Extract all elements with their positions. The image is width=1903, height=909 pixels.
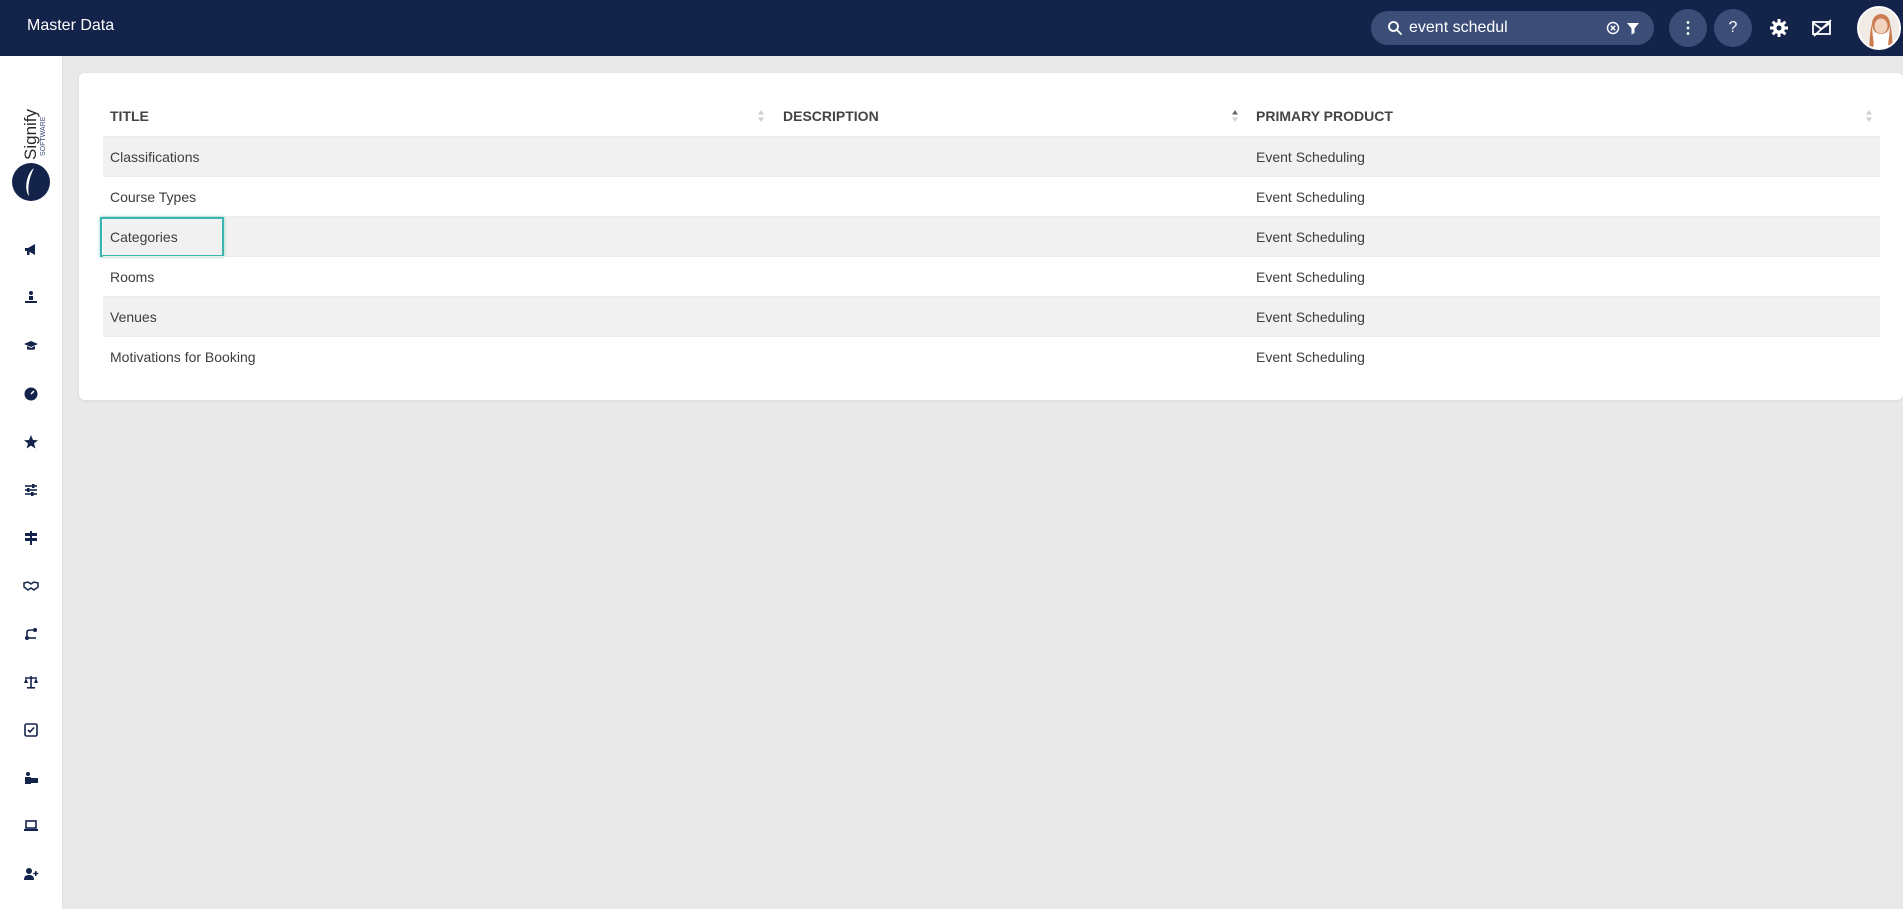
signpost-icon: [25, 531, 37, 545]
table-row[interactable]: Categories Event Scheduling: [100, 216, 1880, 257]
sidebar-item-learners[interactable]: [20, 767, 42, 789]
help-icon: ?: [1728, 19, 1738, 36]
more-options-button[interactable]: ⋮: [1669, 9, 1707, 47]
svg-text:SOFTWARE: SOFTWARE: [40, 116, 47, 156]
scales-icon: [24, 676, 38, 689]
sort-icon: [758, 110, 764, 122]
cell-description: [776, 297, 783, 337]
cell-title: Venues: [110, 309, 157, 325]
search-box[interactable]: [1371, 11, 1654, 45]
master-data-card: TITLE DESCRIPTION PRIMARY PRODUCT Classi…: [79, 73, 1903, 400]
filter-icon[interactable]: [1625, 20, 1641, 36]
sidebar-item-signposts[interactable]: [20, 527, 42, 549]
sidebar-item-favourites[interactable]: [20, 431, 42, 453]
column-header-label: TITLE: [110, 108, 149, 124]
column-header-description[interactable]: DESCRIPTION: [776, 96, 1249, 136]
cell-primary-product: Event Scheduling: [1256, 229, 1365, 245]
sidebar-item-devices[interactable]: [20, 815, 42, 837]
column-header-label: PRIMARY PRODUCT: [1256, 108, 1393, 124]
help-button[interactable]: ?: [1714, 9, 1752, 47]
cell-description: [776, 257, 783, 297]
handshake-icon: [23, 581, 39, 591]
cell-primary-product: Event Scheduling: [1256, 189, 1365, 205]
logo-image: Signify SOFTWARE: [12, 108, 50, 201]
cell-description: [776, 217, 783, 257]
avatar-image: [1859, 8, 1899, 48]
sidebar-item-tasks[interactable]: [20, 719, 42, 741]
branch-icon: [25, 628, 37, 640]
gauge-icon: [24, 387, 38, 401]
cell-primary-product: Event Scheduling: [1256, 269, 1365, 285]
cell-title: Motivations for Booking: [110, 349, 256, 365]
cell-primary-product: Event Scheduling: [1256, 149, 1365, 165]
table-row[interactable]: Motivations for Booking Event Scheduling: [103, 336, 1880, 376]
table-row[interactable]: Rooms Event Scheduling: [103, 256, 1880, 296]
cell-title: Categories: [110, 229, 178, 245]
sidebar-item-add-user[interactable]: [20, 863, 42, 885]
sidebar-item-partnerships[interactable]: [20, 575, 42, 597]
checkbox-icon: [24, 723, 38, 737]
cell-description: [776, 177, 783, 217]
star-icon: [24, 435, 38, 449]
sidebar-item-workflows[interactable]: [20, 623, 42, 645]
laptop-icon: [24, 820, 38, 831]
cell-primary-product: Event Scheduling: [1256, 349, 1365, 365]
sidebar: Signify SOFTWARE: [0, 56, 63, 909]
column-header-label: DESCRIPTION: [783, 108, 879, 124]
sliders-icon: [25, 484, 37, 496]
gear-icon: [1770, 19, 1788, 37]
svg-text:Signify: Signify: [21, 108, 40, 160]
master-data-table: TITLE DESCRIPTION PRIMARY PRODUCT Classi…: [100, 96, 1880, 376]
sidebar-item-training[interactable]: [20, 287, 42, 309]
cell-primary-product: Event Scheduling: [1256, 309, 1365, 325]
mail-icon: [1812, 19, 1832, 37]
page-title: Master Data: [27, 17, 115, 34]
top-bar: Master Data ⋮ ?: [0, 0, 1903, 56]
sidebar-item-compliance[interactable]: [20, 671, 42, 693]
table-header: TITLE DESCRIPTION PRIMARY PRODUCT: [103, 96, 1880, 136]
sidebar-item-dashboard[interactable]: [20, 383, 42, 405]
signify-logo[interactable]: Signify SOFTWARE: [10, 86, 52, 202]
messages-button[interactable]: [1806, 12, 1838, 44]
sort-icon: [1866, 110, 1872, 122]
user-plus-icon: [24, 868, 39, 880]
more-vertical-icon: ⋮: [1680, 20, 1696, 37]
person-laptop-icon: [25, 772, 38, 784]
search-input[interactable]: [1409, 16, 1599, 40]
sidebar-item-announcements[interactable]: [20, 239, 42, 261]
graduation-cap-icon: [24, 341, 38, 350]
cell-title: Classifications: [110, 149, 200, 165]
column-header-title[interactable]: TITLE: [103, 96, 776, 136]
cell-title: Rooms: [110, 269, 155, 285]
user-avatar[interactable]: [1857, 6, 1901, 50]
cell-description: [776, 337, 783, 377]
search-icon: [1388, 21, 1402, 35]
person-desk-icon: [25, 291, 37, 303]
settings-button[interactable]: [1763, 12, 1795, 44]
sort-ascending-icon: [1232, 110, 1238, 122]
sidebar-item-settings-sliders[interactable]: [20, 479, 42, 501]
clear-search-icon[interactable]: [1605, 20, 1621, 36]
cell-title: Course Types: [110, 189, 197, 205]
sidebar-item-courses[interactable]: [20, 335, 42, 357]
table-row[interactable]: Course Types Event Scheduling: [103, 176, 1880, 216]
megaphone-icon: [25, 244, 35, 255]
cell-description: [776, 137, 783, 177]
table-row[interactable]: Classifications Event Scheduling: [103, 136, 1880, 176]
column-header-primary-product[interactable]: PRIMARY PRODUCT: [1249, 96, 1880, 136]
table-row[interactable]: Venues Event Scheduling: [103, 296, 1880, 336]
